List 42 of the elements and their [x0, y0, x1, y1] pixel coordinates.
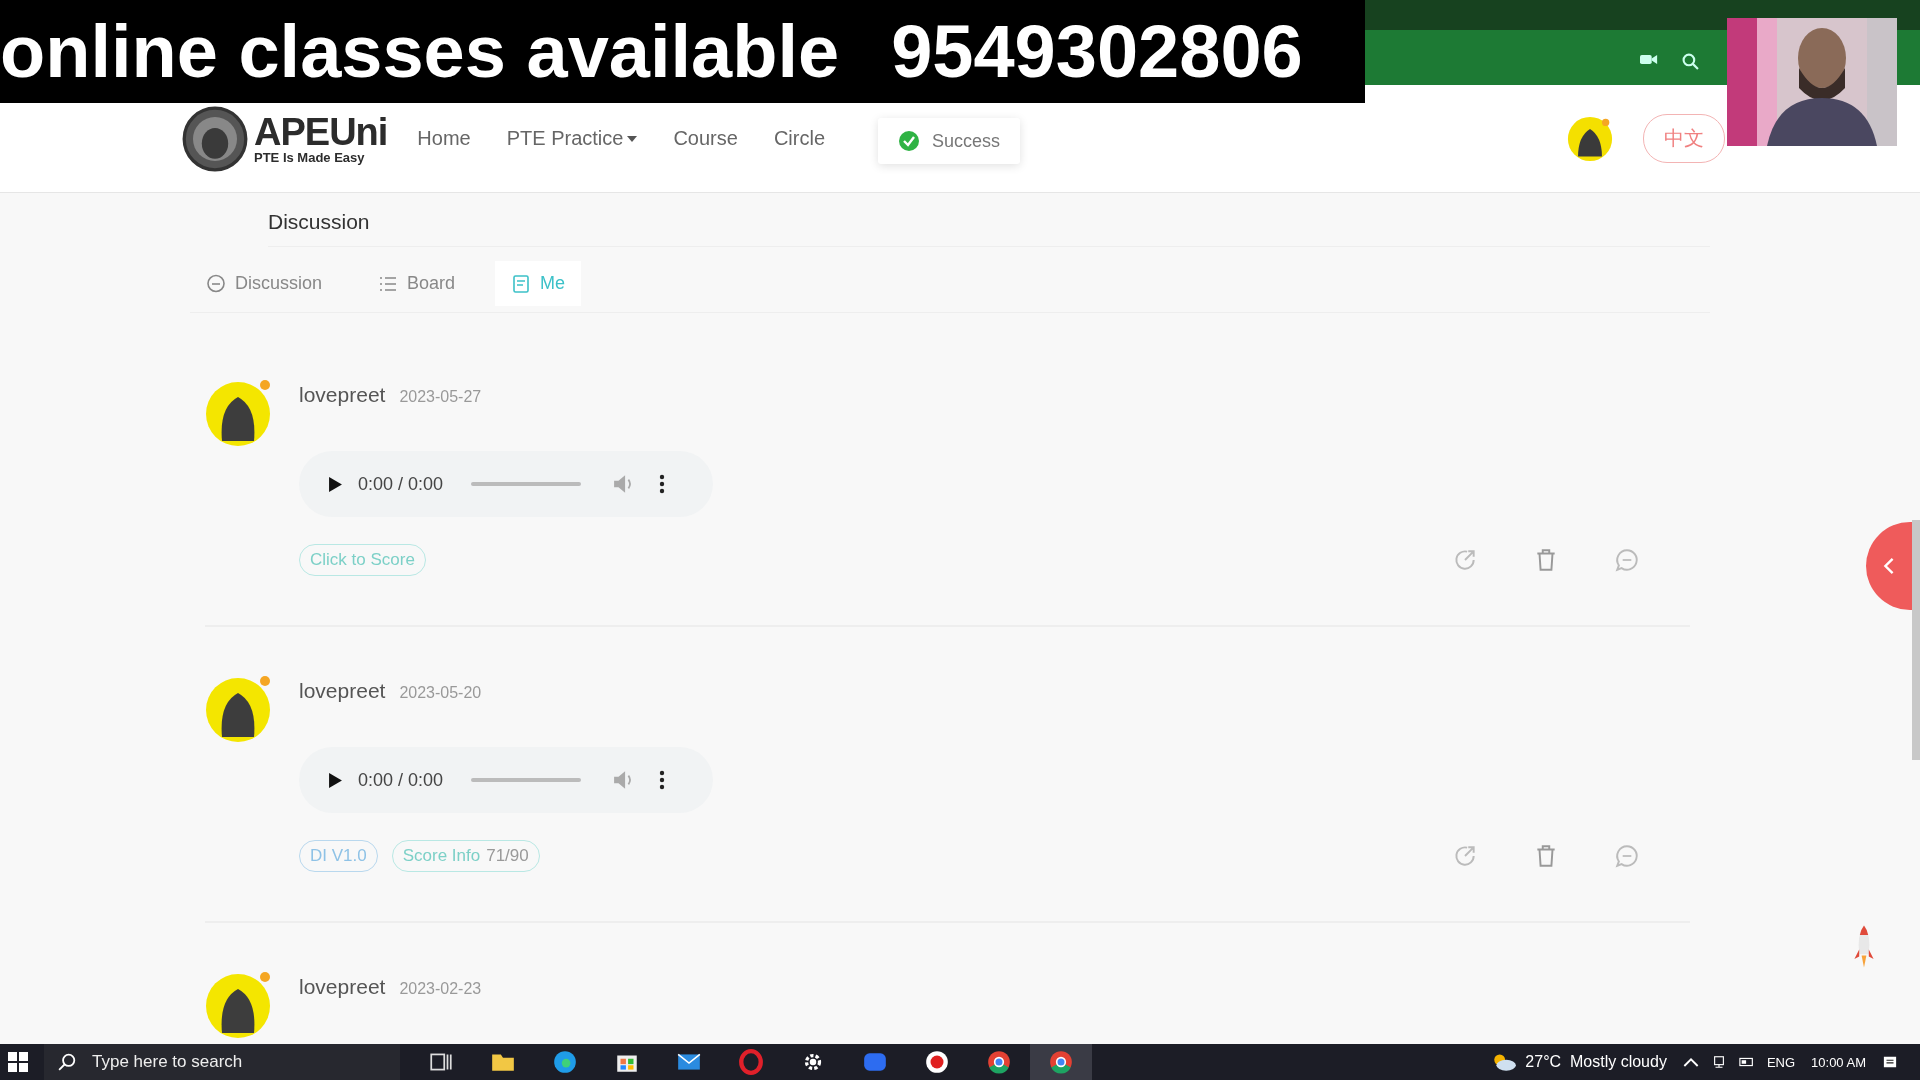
chrome-icon[interactable] [1030, 1044, 1092, 1080]
page-title: Discussion [268, 210, 1710, 247]
more-icon[interactable] [659, 770, 666, 790]
audio-time: 0:00 / 0:00 [358, 473, 444, 495]
search-field[interactable]: Type here to search [44, 1044, 400, 1080]
tab[interactable]: Discussion [190, 261, 339, 306]
user-name: lovepreet [299, 679, 386, 703]
user-name: lovepreet [299, 383, 386, 407]
notification-icon[interactable] [1882, 1055, 1898, 1069]
chat-icon [206, 273, 226, 294]
audio-time: 0:00 / 0:00 [358, 769, 444, 791]
more-icon[interactable] [659, 474, 666, 494]
scrollbar[interactable] [1912, 520, 1920, 760]
avatar-icon[interactable] [1567, 115, 1613, 162]
nav-link[interactable]: Course [673, 127, 738, 150]
logo-tagline: PTE Is Made Easy [254, 151, 366, 164]
camera-icon[interactable] [1640, 53, 1658, 66]
post-date: 2023-02-23 [399, 980, 482, 998]
zoom-icon[interactable] [1682, 53, 1699, 70]
cloud-icon [1491, 1052, 1518, 1072]
banner-text: online classes available [0, 9, 840, 94]
nav-link[interactable]: Home [417, 127, 471, 150]
nav-link[interactable]: Circle [773, 127, 826, 150]
nav-link[interactable]: PTE Practice [506, 127, 638, 150]
tab[interactable]: Board [362, 261, 472, 306]
document-icon [511, 273, 532, 294]
post-date: 2023-05-27 [399, 388, 482, 406]
phone-number: 9549302806 [891, 9, 1303, 94]
play-icon[interactable] [329, 772, 342, 788]
gorilla-logo-icon [182, 105, 248, 172]
chevron-left-icon [1883, 556, 1895, 576]
language-indicator[interactable]: ENG [1766, 1054, 1796, 1070]
weather-text[interactable]: 27°C Mostly cloudy [1525, 1053, 1667, 1071]
windows-icon[interactable] [8, 1052, 28, 1072]
logo-name: APEUni [254, 113, 388, 151]
check-circle-icon [898, 130, 920, 152]
clock[interactable]: 10:00 AM [1811, 1054, 1866, 1070]
user-name: lovepreet [299, 975, 386, 999]
play-icon[interactable] [329, 476, 342, 492]
toast-text: Success [932, 130, 1001, 152]
post-date: 2023-05-20 [399, 684, 482, 702]
battery-icon[interactable] [1738, 1055, 1755, 1069]
